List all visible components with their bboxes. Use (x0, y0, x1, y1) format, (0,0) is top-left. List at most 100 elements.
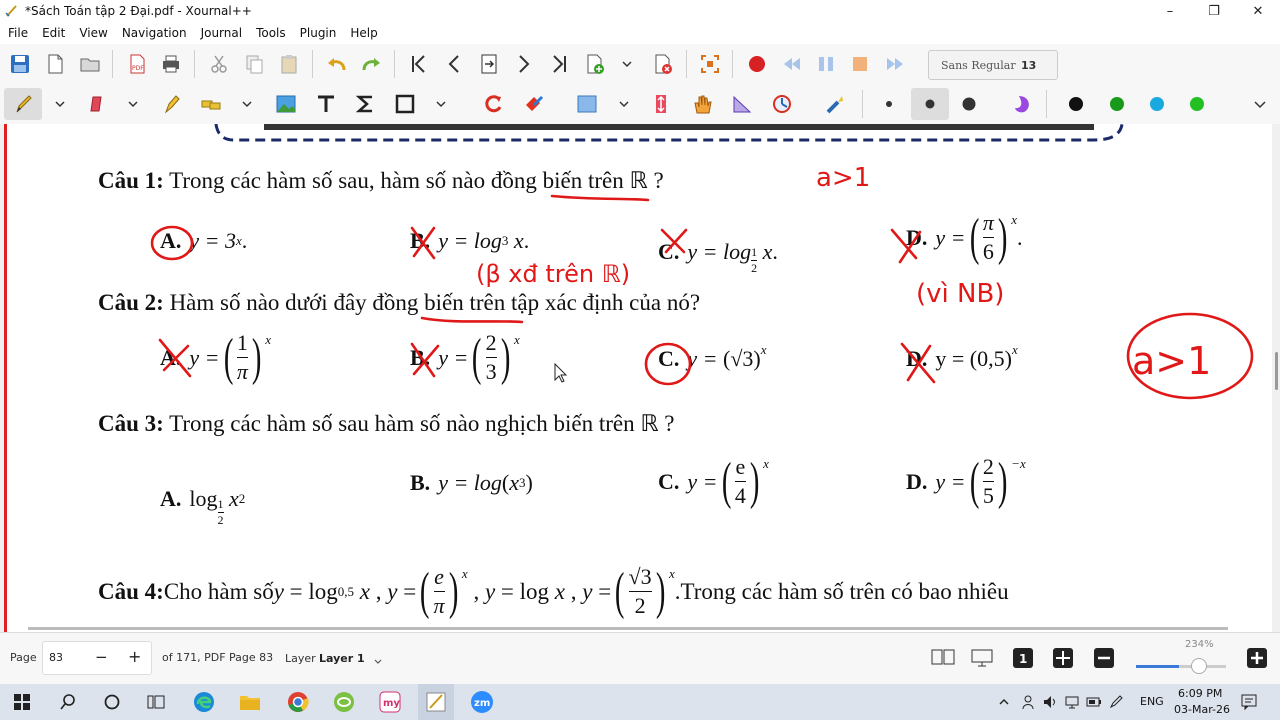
start-icon[interactable] (8, 688, 36, 716)
new-page-icon[interactable] (42, 51, 68, 77)
two-pages-icon[interactable] (930, 647, 956, 669)
toolbar-overflow-icon[interactable] (1247, 91, 1273, 117)
tex-icon[interactable] (353, 91, 379, 117)
undo-redo-icon[interactable] (480, 91, 506, 117)
menu-tools[interactable]: Tools (256, 26, 286, 40)
select-icon[interactable] (198, 91, 224, 117)
shape-icon[interactable] (392, 91, 418, 117)
text-icon[interactable] (313, 91, 339, 117)
copy-icon[interactable] (241, 51, 267, 77)
close-button[interactable]: ✕ (1236, 0, 1280, 22)
cut-icon[interactable] (206, 51, 232, 77)
shape-dropdown-icon[interactable] (428, 91, 454, 117)
line-medium-icon[interactable] (917, 91, 943, 117)
next-page-icon[interactable] (511, 51, 537, 77)
menu-journal[interactable]: Journal (201, 26, 243, 40)
fill-icon[interactable] (520, 91, 546, 117)
xournal-taskbar-icon[interactable] (422, 688, 450, 716)
menu-plugin[interactable]: Plugin (300, 26, 337, 40)
color-black-icon[interactable] (1063, 91, 1089, 117)
export-pdf-icon[interactable]: PDF (124, 51, 150, 77)
image-icon[interactable] (273, 91, 299, 117)
zoom-app-icon[interactable]: zm (468, 688, 496, 716)
search-icon[interactable] (54, 688, 82, 716)
clock-time[interactable]: 6:09 PM (1178, 687, 1222, 700)
my-app-icon[interactable]: my (376, 688, 404, 716)
save-icon[interactable] (7, 51, 33, 77)
tray-app-icon[interactable] (1020, 694, 1036, 710)
pen-icon[interactable] (10, 91, 36, 117)
restore-button[interactable]: ❐ (1192, 0, 1236, 22)
task-view-icon[interactable] (142, 688, 170, 716)
notifications-icon[interactable] (1240, 693, 1258, 711)
fill-transparency-icon[interactable] (1010, 91, 1036, 117)
geogebra-icon[interactable] (330, 688, 358, 716)
rectangle-dropdown-icon[interactable] (611, 91, 637, 117)
chrome-icon[interactable] (284, 688, 312, 716)
goto-page-icon[interactable] (476, 51, 502, 77)
ruler-icon[interactable] (729, 91, 755, 117)
menu-file[interactable]: File (8, 26, 28, 40)
insert-page-icon[interactable] (582, 51, 608, 77)
print-icon[interactable] (158, 51, 184, 77)
horizontal-scrollbar-thumb[interactable] (28, 627, 1228, 630)
font-selector[interactable]: Sans Regular 13 (928, 50, 1058, 80)
minimize-button[interactable]: – (1148, 0, 1192, 22)
line-thick-icon[interactable] (956, 91, 982, 117)
tray-overflow-icon[interactable] (998, 696, 1010, 708)
zoom-out-icon[interactable] (1093, 647, 1115, 669)
previous-page-icon[interactable] (441, 51, 467, 77)
menu-edit[interactable]: Edit (42, 26, 65, 40)
language-indicator[interactable]: ENG (1140, 695, 1164, 708)
paste-icon[interactable] (276, 51, 302, 77)
file-explorer-icon[interactable] (236, 688, 264, 716)
first-page-icon[interactable] (406, 51, 432, 77)
document-canvas[interactable]: Câu 1: Trong các hàm số sau, hàm số nào … (0, 124, 1280, 632)
network-icon[interactable] (1064, 694, 1080, 710)
zoom-in-icon[interactable] (1246, 647, 1268, 669)
zoom-100-icon[interactable]: 1 (1012, 647, 1034, 669)
vertical-scrollbar-thumb[interactable] (1275, 352, 1278, 390)
insert-page-dropdown-icon[interactable] (614, 51, 640, 77)
delete-page-icon[interactable] (650, 51, 676, 77)
fast-forward-icon[interactable] (882, 51, 908, 77)
select-dropdown-icon[interactable] (234, 91, 260, 117)
color-lightblue-icon[interactable] (1144, 91, 1170, 117)
cortana-icon[interactable] (98, 688, 126, 716)
rectangle-icon[interactable] (574, 91, 600, 117)
zoom-fit-icon[interactable] (1052, 647, 1074, 669)
eraser-dropdown-icon[interactable] (120, 91, 146, 117)
eraser-icon[interactable] (84, 91, 110, 117)
page-decrement-button[interactable]: − (95, 648, 108, 666)
last-page-icon[interactable] (546, 51, 572, 77)
record-icon[interactable] (744, 51, 770, 77)
highlighter-icon[interactable] (158, 91, 184, 117)
vertical-space-icon[interactable] (648, 91, 674, 117)
clock-date[interactable]: 03-Mar-26 (1174, 703, 1230, 716)
rewind-icon[interactable] (779, 51, 805, 77)
menu-view[interactable]: View (79, 26, 107, 40)
zoom-slider-knob[interactable] (1191, 658, 1208, 674)
fullscreen-icon[interactable] (697, 51, 723, 77)
menu-navigation[interactable]: Navigation (122, 26, 187, 40)
open-icon[interactable] (77, 51, 103, 77)
zoom-slider-track[interactable] (1136, 665, 1226, 668)
arrow-circle-icon[interactable] (769, 91, 795, 117)
battery-icon[interactable] (1086, 694, 1102, 710)
menu-help[interactable]: Help (350, 26, 377, 40)
layer-dropdown-icon[interactable] (373, 657, 383, 667)
undo-icon[interactable] (324, 51, 350, 77)
layer-select[interactable]: Layer 1 (319, 652, 365, 665)
page-increment-button[interactable]: + (128, 647, 141, 666)
volume-icon[interactable] (1042, 694, 1058, 710)
stop-icon[interactable] (847, 51, 873, 77)
color-green-icon[interactable] (1104, 91, 1130, 117)
color-lightgreen-icon[interactable] (1184, 91, 1210, 117)
pen-dropdown-icon[interactable] (47, 91, 73, 117)
page-input[interactable]: 83 (49, 651, 63, 664)
laser-icon[interactable] (822, 91, 848, 117)
edge-icon[interactable] (190, 688, 218, 716)
pen-tray-icon[interactable] (1108, 694, 1124, 710)
presentation-icon[interactable] (970, 647, 996, 669)
hand-icon[interactable] (689, 91, 715, 117)
